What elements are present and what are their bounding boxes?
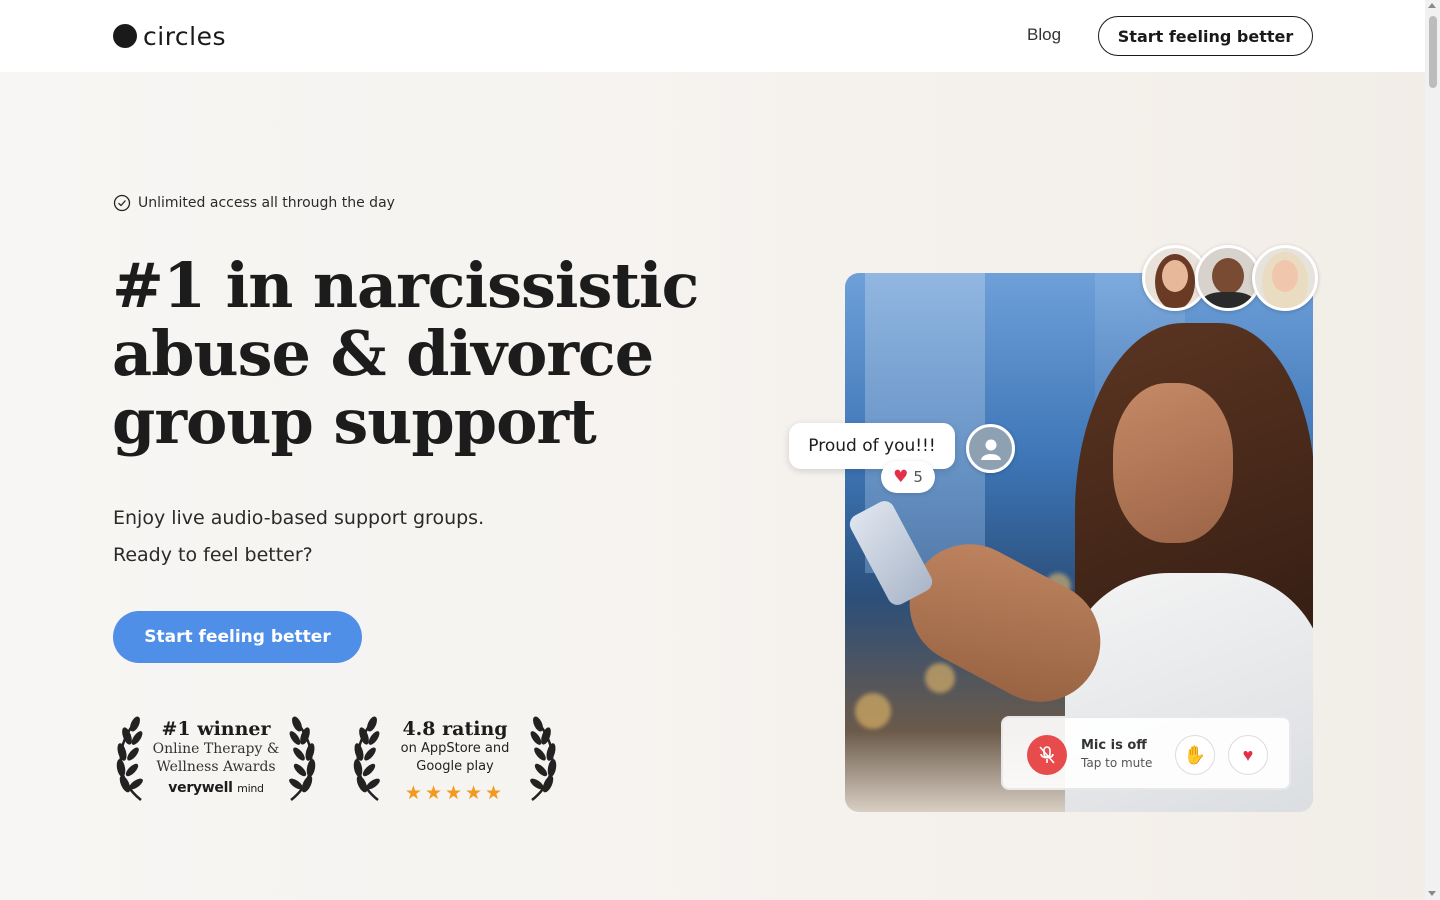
laurel-left-icon [353, 716, 380, 801]
heart-react-button[interactable]: ♥ [1228, 735, 1268, 775]
rating-line-2: Google play [416, 759, 494, 774]
mic-status-subtitle: Tap to mute [1081, 756, 1153, 770]
site-header: circles Blog Start feeling better [0, 0, 1425, 72]
mic-control-panel: Mic is off Tap to mute ✋ ♥ [1001, 716, 1291, 790]
avatar [1252, 245, 1318, 311]
mic-off-icon [1039, 746, 1055, 764]
reaction-badge: ♥ 5 [881, 461, 935, 493]
brand-light: mind [237, 782, 264, 795]
subtitle-line-2: Ready to feel better? [113, 544, 313, 566]
award-line-2: Wellness Awards [156, 759, 276, 775]
hand-icon: ✋ [1183, 744, 1207, 765]
award-verywell: #1 winner Online Therapy & Wellness Awar… [113, 716, 319, 804]
logo[interactable]: circles [113, 21, 227, 51]
title-line-3: group support [112, 385, 597, 458]
heart-icon: ♥ [1242, 744, 1254, 765]
mic-status-title: Mic is off [1081, 738, 1147, 753]
access-badge-text: Unlimited access all through the day [138, 195, 395, 211]
scroll-thumb[interactable] [1429, 16, 1437, 88]
header-cta-button[interactable]: Start feeling better [1098, 16, 1313, 56]
title-line-1: #1 in narcissistic [112, 249, 699, 322]
check-circle-icon [113, 194, 131, 212]
logo-text: circles [143, 21, 227, 51]
access-badge: Unlimited access all through the day [113, 194, 395, 212]
mic-toggle-button[interactable] [1027, 735, 1067, 775]
verywell-mind-logo: verywell mind [151, 780, 281, 796]
star-rating: ★★★★★ [404, 783, 506, 804]
rating-title: 4.8 rating [402, 718, 508, 740]
page-scrollbar[interactable] [1425, 0, 1440, 900]
subtitle-line-1: Enjoy live audio-based support groups. [113, 507, 485, 529]
award-rating: 4.8 rating on AppStore and Google play ★… [350, 716, 560, 804]
nav-blog-link[interactable]: Blog [1027, 25, 1061, 45]
page-title: #1 in narcissistic abuse & divorce group… [112, 252, 712, 456]
user-avatar-icon [966, 424, 1015, 473]
laurel-right-icon [289, 716, 316, 801]
reaction-count: 5 [913, 468, 923, 486]
raise-hand-button[interactable]: ✋ [1175, 735, 1215, 775]
award-line-1: Online Therapy & [152, 741, 280, 757]
hero-subtitle: Enjoy live audio-based support groups. R… [113, 500, 484, 574]
hero-cta-button[interactable]: Start feeling better [113, 611, 362, 663]
brand-bold: verywell [168, 780, 233, 796]
laurel-left-icon [116, 716, 143, 801]
logo-mark-icon [113, 24, 137, 48]
chat-bubble: Proud of you!!! [789, 423, 955, 469]
laurel-right-icon [530, 716, 557, 801]
rating-line-1: on AppStore and [400, 741, 510, 756]
heart-icon: ♥ [893, 467, 909, 487]
title-line-2: abuse & divorce [112, 317, 654, 390]
scroll-down-icon[interactable] [1428, 891, 1436, 896]
scroll-up-icon[interactable] [1428, 3, 1436, 8]
award-title: #1 winner [161, 718, 271, 740]
